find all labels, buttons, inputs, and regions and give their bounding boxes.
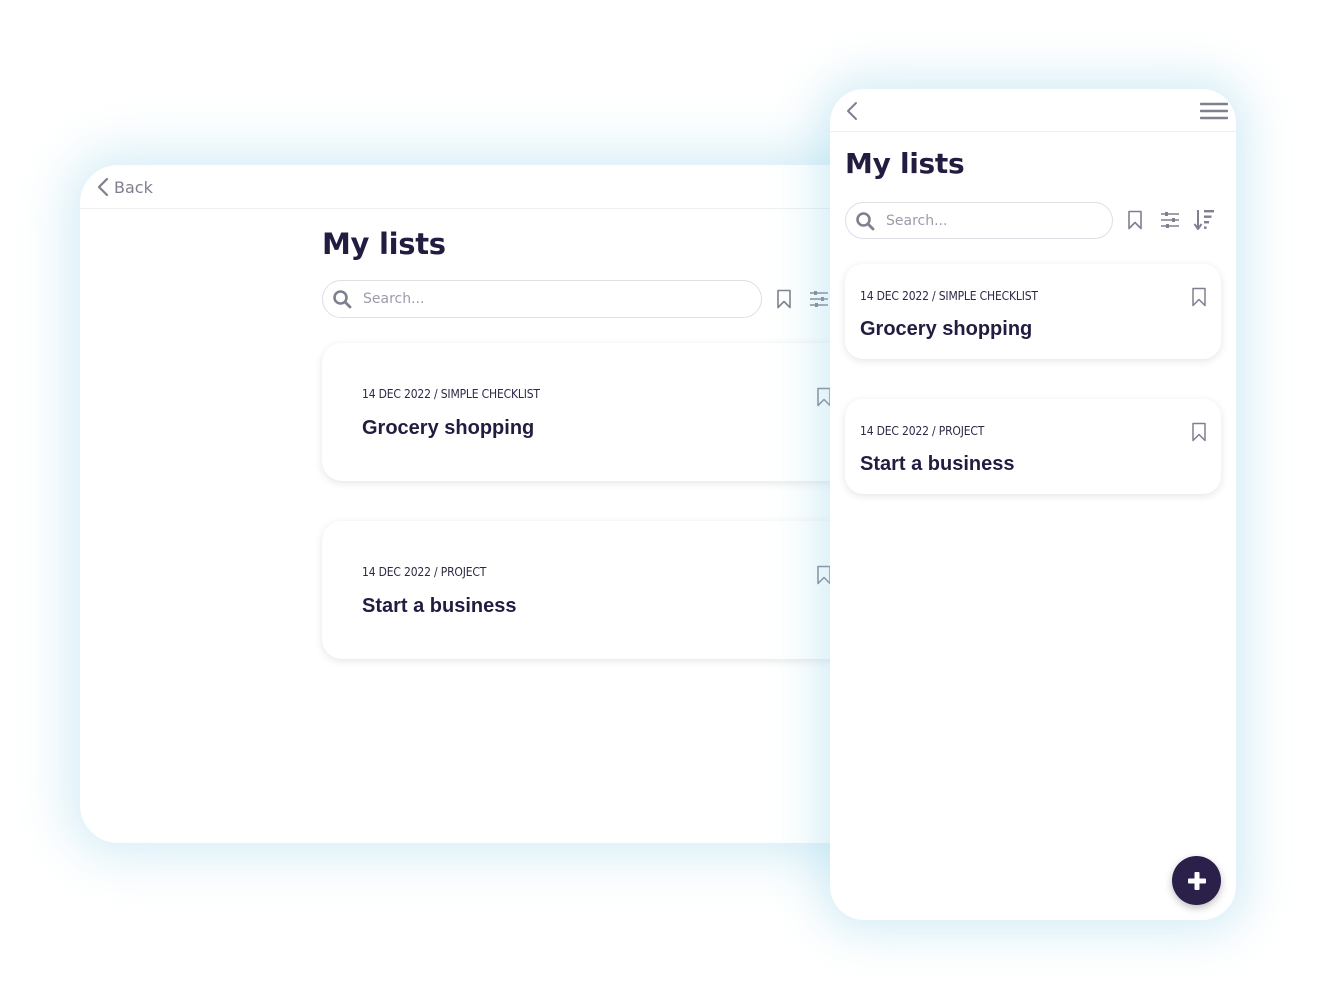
mobile-top-bar (830, 89, 1236, 132)
list-meta: 14 DEC 2022 / PROJECT (362, 565, 487, 579)
bookmark-icon (1128, 210, 1142, 230)
search-field[interactable] (845, 202, 1113, 239)
list-card[interactable]: 14 DEC 2022 / PROJECT Start a business (845, 399, 1221, 494)
plus-icon (1187, 871, 1206, 890)
bookmark-filter-button[interactable] (1126, 209, 1144, 231)
chevron-left-icon (847, 102, 857, 120)
mobile-view: My lists 14 DEC (830, 89, 1236, 920)
list-meta: 14 DEC 2022 / SIMPLE CHECKLIST (860, 289, 1038, 303)
filter-button[interactable] (1159, 210, 1181, 230)
chevron-left-icon (97, 177, 109, 197)
list-card[interactable]: 14 DEC 2022 / PROJECT Start a business (322, 521, 862, 659)
search-input[interactable] (363, 291, 761, 307)
page-title: My lists (845, 147, 965, 180)
back-button[interactable] (844, 101, 860, 121)
desktop-view: Back My lists 14 DEC 2022 / SIMPLE CHECK… (80, 165, 880, 843)
bookmark-icon[interactable] (1191, 287, 1207, 307)
back-label: Back (114, 177, 153, 197)
filter-button[interactable] (808, 289, 830, 309)
filter-sliders-icon (810, 291, 828, 307)
filter-sliders-icon (1161, 212, 1179, 228)
list-title: Grocery shopping (362, 417, 535, 439)
list-card[interactable]: 14 DEC 2022 / SIMPLE CHECKLIST Grocery s… (845, 264, 1221, 359)
list-meta: 14 DEC 2022 / SIMPLE CHECKLIST (362, 387, 540, 401)
search-icon (333, 290, 352, 309)
list-card[interactable]: 14 DEC 2022 / SIMPLE CHECKLIST Grocery s… (322, 343, 862, 481)
search-field[interactable] (322, 280, 762, 318)
menu-button[interactable] (1199, 101, 1229, 121)
back-button[interactable]: Back (96, 177, 153, 197)
list-meta: 14 DEC 2022 / PROJECT (860, 424, 985, 438)
sort-descending-icon (1193, 210, 1214, 230)
desktop-top-bar: Back (80, 165, 880, 209)
add-list-button[interactable] (1172, 856, 1221, 905)
list-title: Start a business (860, 453, 1015, 475)
bookmark-filter-button[interactable] (774, 288, 794, 310)
page-title: My lists (322, 227, 446, 261)
bookmark-icon[interactable] (1191, 422, 1207, 442)
search-input[interactable] (886, 212, 1112, 229)
list-title: Start a business (362, 595, 517, 617)
sort-button[interactable] (1193, 208, 1215, 232)
search-icon (856, 211, 875, 230)
bookmark-icon (777, 289, 791, 309)
hamburger-menu-icon (1200, 102, 1228, 120)
list-title: Grocery shopping (860, 318, 1033, 340)
